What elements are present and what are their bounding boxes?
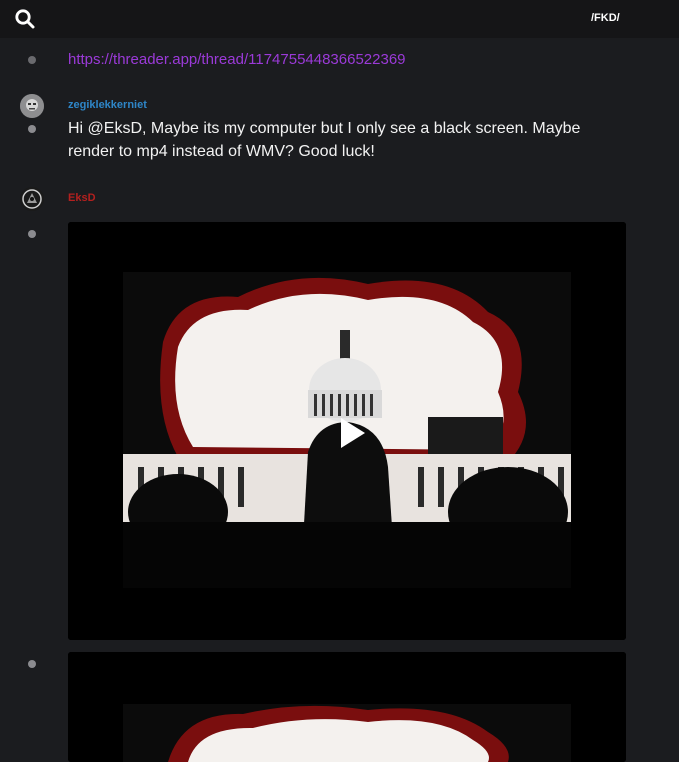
post-video — [0, 652, 679, 762]
top-bar: /FKD/ — [0, 0, 679, 38]
post-link: https://threader.app/thread/117475544836… — [0, 38, 679, 78]
username[interactable]: zegiklekkerniet — [68, 99, 147, 111]
timeline-dot — [28, 230, 36, 238]
post-video: EksD — [0, 184, 679, 644]
avatar[interactable] — [20, 94, 44, 118]
video-thumbnail — [68, 222, 626, 640]
timeline-dot — [28, 56, 36, 64]
username[interactable]: EksD — [68, 192, 96, 204]
message-text: Hi @EksD, Maybe its my computer but I on… — [68, 120, 581, 160]
avatar[interactable] — [20, 187, 44, 211]
search-icon[interactable] — [14, 8, 36, 30]
video-player[interactable] — [68, 222, 626, 640]
video-player[interactable] — [68, 652, 626, 762]
thread-link[interactable]: https://threader.app/thread/117475544836… — [68, 51, 406, 68]
post-message: zegiklekkerniet Hi @EksD, Maybe its my c… — [0, 86, 679, 176]
board-name[interactable]: /FKD/ — [591, 12, 620, 24]
timeline-dot — [28, 125, 36, 133]
video-thumbnail — [68, 652, 626, 762]
timeline-dot — [28, 660, 36, 668]
